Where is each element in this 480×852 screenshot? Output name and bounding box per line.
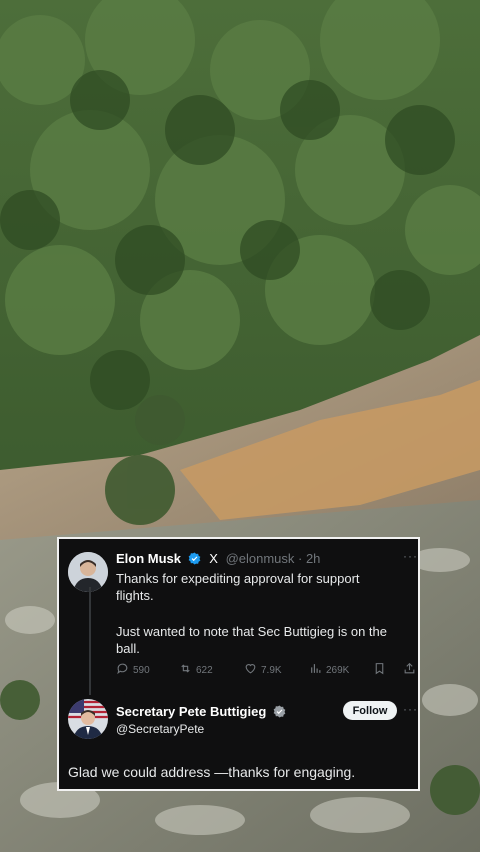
verified-badge-icon (188, 552, 201, 568)
tweet-handle-time: @elonmusk · 2h (225, 551, 321, 566)
thread-connector-line (89, 587, 91, 695)
tweet-text-line-4: ball. (116, 641, 140, 656)
reply-text: Glad we could address —thanks for engagi… (68, 764, 356, 780)
x-logo-icon: X (209, 551, 218, 566)
reply-author-row: Secretary Pete Buttigieg (116, 704, 286, 721)
repost-icon (179, 662, 192, 678)
more-options-icon[interactable]: ··· (403, 549, 418, 563)
like-button[interactable]: 7.9K (244, 662, 282, 678)
bookmark-icon (373, 662, 386, 678)
bookmark-button[interactable] (373, 662, 386, 678)
tweet-text-line-2: flights. (116, 588, 154, 603)
tweet-screenshot-card: Elon Musk X @elonmusk · 2h ··· Thanks fo… (57, 537, 420, 791)
share-icon (403, 662, 416, 678)
views-button[interactable]: 269K (309, 662, 349, 678)
tweet-author-row: Elon Musk X @elonmusk · 2h (116, 551, 320, 568)
reply-more-options-icon[interactable]: ··· (403, 702, 418, 716)
verified-badge-icon (273, 705, 286, 721)
share-button[interactable] (403, 662, 416, 678)
repost-button[interactable]: 622 (179, 662, 213, 678)
pete-buttigieg-avatar[interactable] (68, 699, 108, 739)
elon-musk-avatar[interactable] (68, 552, 108, 592)
views-chart-icon (309, 662, 322, 678)
views-count: 269K (326, 664, 350, 676)
reply-author-name[interactable]: Secretary Pete Buttigieg (116, 704, 266, 719)
tweet-text-line-3: Just wanted to note that Sec Buttigieg i… (116, 624, 388, 639)
tweet-text-line-1: Thanks for expediting approval for suppo… (116, 571, 360, 586)
reply-icon (116, 662, 129, 678)
reply-handle: @SecretaryPete (116, 722, 205, 736)
tweet-author-name[interactable]: Elon Musk (116, 551, 181, 566)
heart-icon (244, 662, 257, 678)
like-count: 7.9K (261, 664, 282, 676)
reply-button[interactable]: 590 (116, 662, 150, 678)
reply-count: 590 (133, 664, 150, 676)
follow-button[interactable]: Follow (343, 701, 397, 720)
repost-count: 622 (196, 664, 213, 676)
